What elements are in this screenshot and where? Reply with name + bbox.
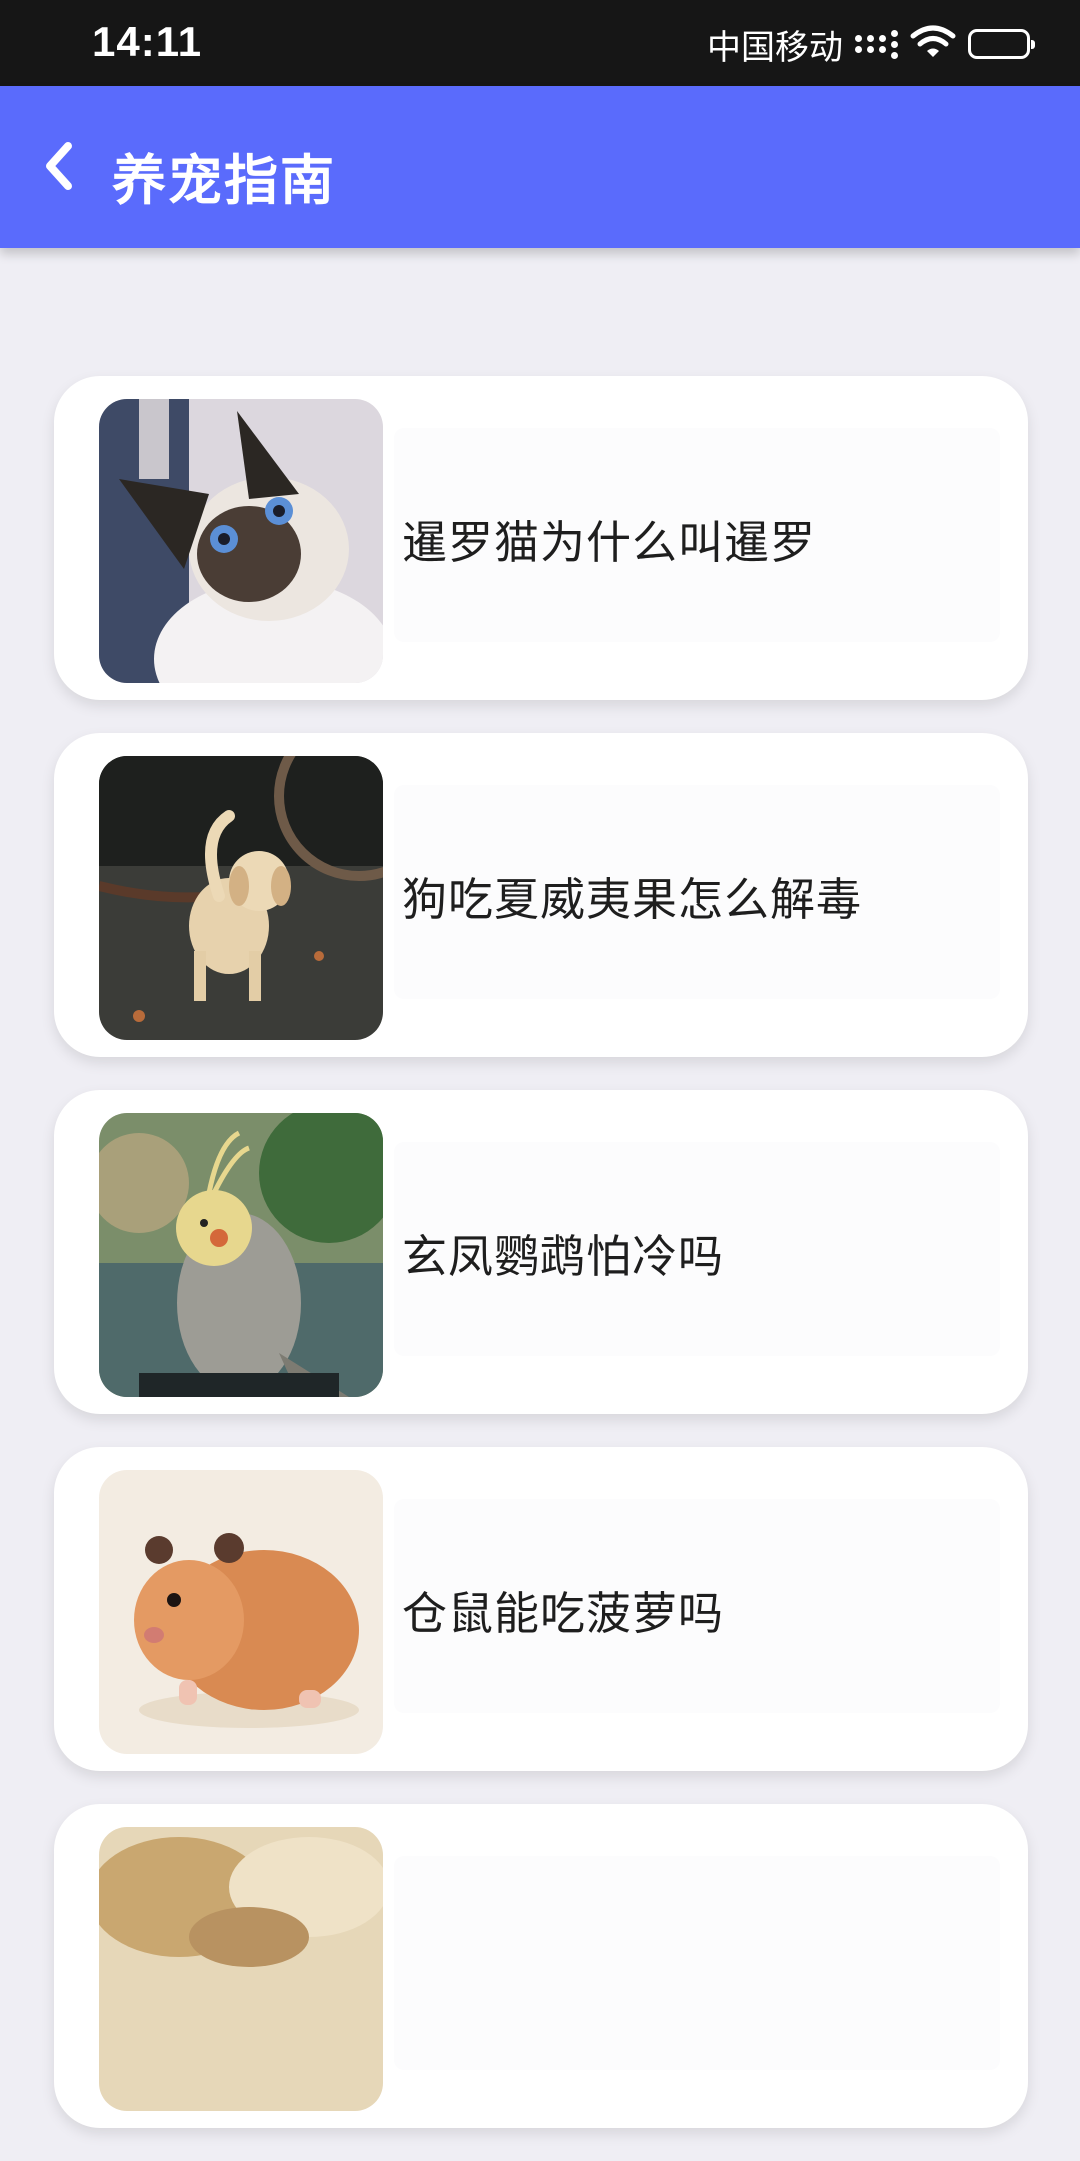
article-card[interactable]: 玄凤鹦鹉怕冷吗: [54, 1090, 1028, 1414]
puppy-photo: [99, 756, 383, 1040]
article-card[interactable]: [54, 1804, 1028, 2128]
status-time: 14:11: [92, 18, 203, 65]
status-indicators: 中国移动: [707, 22, 1035, 68]
article-card[interactable]: 仓鼠能吃菠萝吗: [54, 1447, 1028, 1771]
back-button[interactable]: [28, 136, 88, 196]
signal-icon: [855, 29, 898, 59]
hamster-photo: [99, 1470, 383, 1754]
chevron-left-icon: [46, 142, 72, 190]
page-title: 养宠指南: [112, 149, 336, 212]
article-card[interactable]: 暹罗猫为什么叫暹罗: [54, 376, 1028, 700]
sleeping-pet-photo: [99, 1827, 383, 2111]
siamese-cat-photo: [99, 399, 383, 683]
article-title: 狗吃夏威夷果怎么解毒: [402, 872, 863, 926]
article-title: 暹罗猫为什么叫暹罗: [402, 515, 817, 569]
article-title: 仓鼠能吃菠萝吗: [402, 1586, 725, 1640]
article-list: 暹罗猫为什么叫暹罗 狗吃夏威夷果怎么解毒 玄凤鹦鹉怕冷吗 仓鼠能吃菠萝吗: [54, 376, 1028, 2161]
status-bar: 14:11 中国移动: [0, 0, 1080, 86]
app-header: 养宠指南: [0, 86, 1080, 248]
cockatiel-photo: [99, 1113, 383, 1397]
battery-icon: [968, 29, 1035, 59]
carrier-name: 中国移动: [707, 27, 843, 68]
article-title: 玄凤鹦鹉怕冷吗: [402, 1229, 725, 1283]
article-card[interactable]: 狗吃夏威夷果怎么解毒: [54, 733, 1028, 1057]
wifi-icon: [910, 24, 956, 64]
